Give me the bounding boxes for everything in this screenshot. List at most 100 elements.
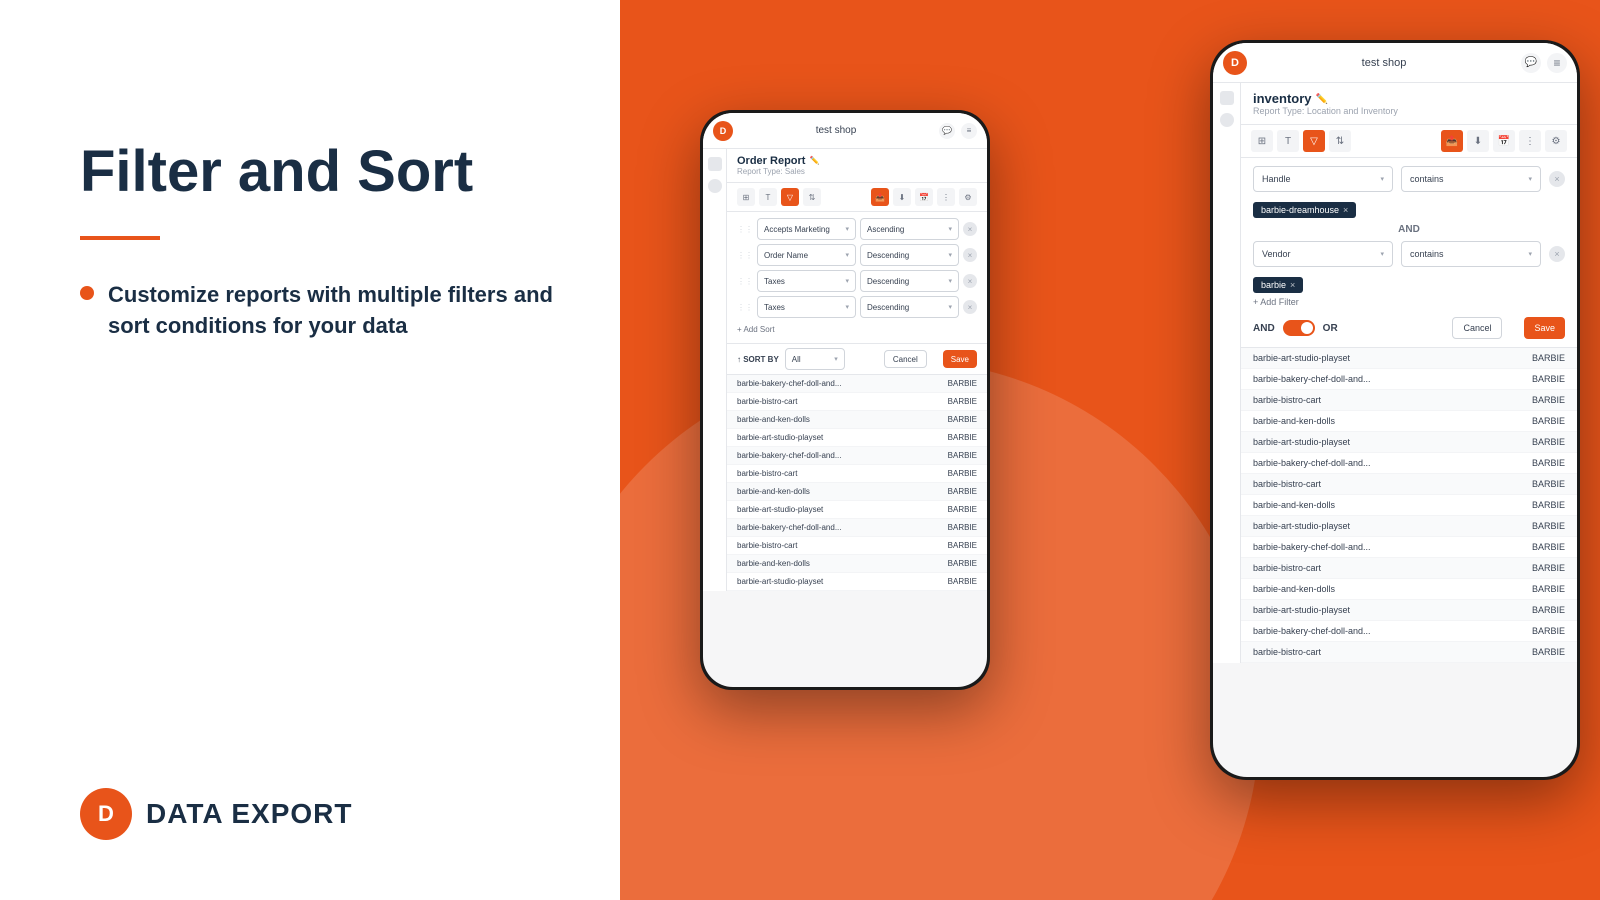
phone2-edit-icon[interactable]: ✏️ [1316,94,1326,104]
phone1-sort-dir-2[interactable]: Descending ▾ [860,244,959,266]
table-row: barbie-and-ken-dolls BARBIE [1241,495,1577,516]
phone2-filter1-condition[interactable]: contains ▾ [1401,166,1541,192]
phone1-toolbar-left: ⊞ T ▽ ⇅ [737,188,821,206]
phone1-sort-by-label: ↑ SORT BY [737,355,779,364]
chevron-down-icon: ▾ [845,251,849,259]
phone2-main: inventory ✏️ Report Type: Location and I… [1241,83,1577,663]
phone1-export-btn[interactable]: 📤 [871,188,889,206]
phone2-data-table: barbie-art-studio-playset BARBIE barbie-… [1241,348,1577,663]
phone1-drag-1[interactable]: ⋮⋮ [737,225,753,234]
phone1-sort-dir-4[interactable]: Descending ▾ [860,296,959,318]
cell-vendor: BARBIE [927,397,977,406]
phone1-edit-icon[interactable]: ✏️ [809,156,819,166]
chevron-down-icon: ▾ [834,355,838,363]
left-panel: Filter and Sort Customize reports with m… [0,0,620,900]
phone1-cancel-btn[interactable]: Cancel [884,350,927,368]
cell-vendor: BARBIE [927,505,977,514]
phone2-filter1-remove[interactable]: × [1549,171,1565,187]
phone2-filter1-field[interactable]: Handle ▾ [1253,166,1393,192]
table-row: barbie-bistro-cart BARBIE [1241,390,1577,411]
phone2-filter2-field[interactable]: Vendor ▾ [1253,241,1393,267]
phone1-chat-icon[interactable]: 💬 [939,123,955,139]
phone2-sort-btn[interactable]: ⇅ [1329,130,1351,152]
phone1-sort-field-4[interactable]: Taxes ▾ [757,296,856,318]
phone1-drag-4[interactable]: ⋮⋮ [737,303,753,312]
phone1-save-btn[interactable]: Save [943,350,977,368]
phone2-download-btn[interactable]: ⬇ [1467,130,1489,152]
phone2-table-btn[interactable]: ⊞ [1251,130,1273,152]
phone1-sort-section: ⋮⋮ Accepts Marketing ▾ Ascending ▾ × [727,212,987,344]
phone1-calendar-btn[interactable]: 📅 [915,188,933,206]
tag-close-icon[interactable]: × [1343,205,1348,215]
tag-close-icon[interactable]: × [1290,280,1295,290]
phone2-save-btn[interactable]: Save [1524,317,1565,339]
phone1-filter-btn[interactable]: ▽ [781,188,799,206]
phone1-menu-icon[interactable]: ≡ [961,123,977,139]
cell-handle: barbie-art-studio-playset [1253,437,1505,447]
phone2-chat-icon[interactable]: 💬 [1521,53,1541,73]
phone1-text-btn[interactable]: T [759,188,777,206]
phone1-more-btn[interactable]: ⋮ [937,188,955,206]
phone2-filter-section: Handle ▾ contains ▾ × [1241,158,1577,348]
phone1-remove-4[interactable]: × [963,300,977,314]
chevron-down-icon: ▾ [948,277,952,285]
phone1-sort-row-3: ⋮⋮ Taxes ▾ Descending ▾ × [737,270,977,292]
chevron-down-icon: ▾ [1528,175,1532,183]
phone2-filter2-remove[interactable]: × [1549,246,1565,262]
phone2-text-btn[interactable]: T [1277,130,1299,152]
phone1-report-title: Order Report [737,155,805,167]
phone1-sort-dir-1[interactable]: Ascending ▾ [860,218,959,240]
phone2-settings-btn[interactable]: ⚙ [1545,130,1567,152]
cell-handle: barbie-bakery-chef-doll-and... [1253,374,1505,384]
logo-area: D DATA EXPORT [80,788,560,840]
table-row: barbie-bistro-cart BARBIE [727,537,987,555]
phone1-remove-2[interactable]: × [963,248,977,262]
table-row: barbie-art-studio-playset BARBIE [727,429,987,447]
phone1-sort-row-4: ⋮⋮ Taxes ▾ Descending ▾ × [737,296,977,318]
phone2-toggle[interactable] [1283,320,1315,336]
phone1-remove-1[interactable]: × [963,222,977,236]
cell-vendor: BARBIE [927,469,977,478]
phone2-calendar-btn[interactable]: 📅 [1493,130,1515,152]
cell-vendor: BARBIE [1505,353,1565,363]
phone1-data-table: barbie-bakery-chef-doll-and... BARBIE ba… [727,375,987,591]
phone1-sort-field-3[interactable]: Taxes ▾ [757,270,856,292]
phone2-filter2-condition[interactable]: contains ▾ [1401,241,1541,267]
phone1-toolbar: ⊞ T ▽ ⇅ 📤 ⬇ 📅 ⋮ ⚙ [727,183,987,212]
phone2-filter2-tags: barbie × [1253,275,1565,293]
phone1-sort-by-select[interactable]: All ▾ [785,348,845,370]
cell-vendor: BARBIE [1505,584,1565,594]
phone2-filter-btn[interactable]: ▽ [1303,130,1325,152]
cell-handle: barbie-and-ken-dolls [737,487,927,496]
phone1-add-sort[interactable]: + Add Sort [737,322,977,337]
table-row: barbie-and-ken-dolls BARBIE [1241,411,1577,432]
phone1-sort-field-2[interactable]: Order Name ▾ [757,244,856,266]
phones-container: D test shop 💬 ≡ [620,0,1600,900]
table-row: barbie-bakery-chef-doll-and... BARBIE [727,519,987,537]
sidebar-icon-1 [1220,91,1234,105]
phone2-shop-name: test shop [1362,57,1407,69]
phone1-table-btn[interactable]: ⊞ [737,188,755,206]
phone1-drag-2[interactable]: ⋮⋮ [737,251,753,260]
phone2-more-btn[interactable]: ⋮ [1519,130,1541,152]
phone1-settings-btn[interactable]: ⚙ [959,188,977,206]
phone1-drag-3[interactable]: ⋮⋮ [737,277,753,286]
phone2-export-btn[interactable]: 📤 [1441,130,1463,152]
bullet-description: Customize reports with multiple filters … [108,280,560,342]
cell-handle: barbie-art-studio-playset [1253,521,1505,531]
phone1-toolbar-right: 📤 ⬇ 📅 ⋮ ⚙ [871,188,977,206]
phone2-add-filter[interactable]: + Add Filter [1253,293,1565,311]
cell-vendor: BARBIE [927,541,977,550]
phone2-body: inventory ✏️ Report Type: Location and I… [1213,83,1577,663]
phone2-cancel-btn[interactable]: Cancel [1452,317,1502,339]
phone1-sort-field-1[interactable]: Accepts Marketing ▾ [757,218,856,240]
chevron-down-icon: ▾ [1380,250,1384,258]
phone2-menu-icon[interactable]: ≡ [1547,53,1567,73]
cell-vendor: BARBIE [1505,605,1565,615]
phone1-sort-dir-3[interactable]: Descending ▾ [860,270,959,292]
phone1-download-btn[interactable]: ⬇ [893,188,911,206]
cell-handle: barbie-bakery-chef-doll-and... [737,451,927,460]
phone1-sort-btn[interactable]: ⇅ [803,188,821,206]
table-row: barbie-art-studio-playset BARBIE [1241,432,1577,453]
phone1-remove-3[interactable]: × [963,274,977,288]
